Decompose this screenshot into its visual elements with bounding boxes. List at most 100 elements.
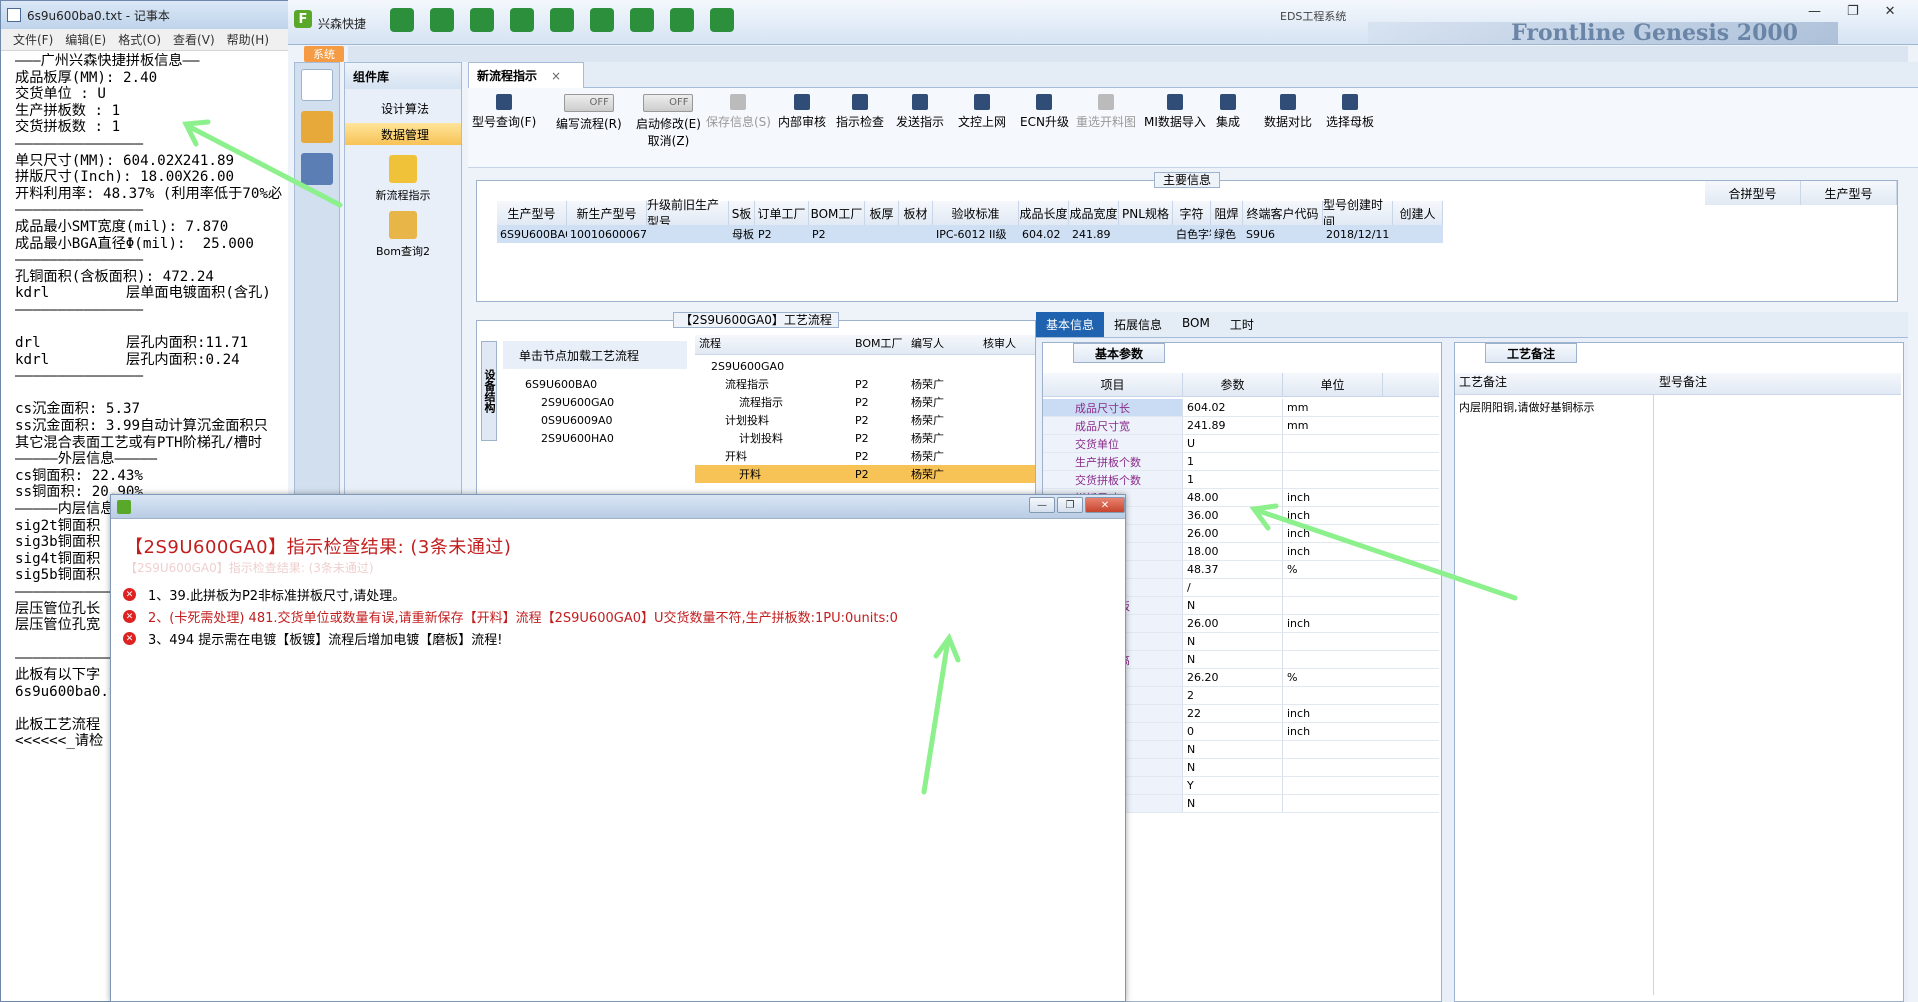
tree-node[interactable]: 6S9U600BA0	[507, 375, 687, 393]
main-info-col-header[interactable]: BOM工厂	[809, 201, 865, 225]
table-row[interactable]: 2S9U600GA0	[695, 357, 1035, 375]
ribbon-ecn-upgrade[interactable]: ECN升级	[1020, 94, 1069, 130]
maximize-button[interactable]: ❐	[1847, 4, 1859, 19]
tool-bom-query[interactable]: Bom查询2	[345, 211, 461, 259]
system-tab[interactable]: 系统	[304, 46, 344, 62]
main-info-cell[interactable]	[865, 225, 899, 243]
main-info-cell[interactable]: 10010600067220	[567, 225, 647, 243]
process-remark-tab[interactable]: 工艺备注	[1485, 343, 1577, 363]
main-info-col-header[interactable]: 升级前旧生产型号	[647, 198, 729, 229]
error-item-1[interactable]: ✕ 1、39.此拼板为P2非标准拼板尺寸,请处理。	[123, 585, 405, 604]
tab-bom[interactable]: BOM	[1172, 312, 1220, 337]
write-flow-toggle[interactable]: OFF	[563, 94, 614, 112]
main-info-cell[interactable]: P2	[755, 225, 809, 243]
menu-edit[interactable]: 编辑(E)	[65, 31, 106, 48]
ribbon-reselect-cut[interactable]: 重选开料图	[1076, 94, 1136, 130]
ribbon-model-query[interactable]: 型号查询(F)	[472, 94, 536, 130]
tab-extended-info[interactable]: 拓展信息	[1104, 312, 1172, 337]
dialog-close-button[interactable]: ✕	[1085, 497, 1125, 513]
menu-icon[interactable]	[301, 69, 333, 101]
dialog-minimize-button[interactable]: —	[1029, 497, 1055, 513]
main-info-cell[interactable]	[647, 225, 729, 243]
ribbon-integrate[interactable]: 集成	[1216, 94, 1240, 130]
grid-icon[interactable]	[470, 8, 494, 32]
table-row[interactable]: 生产拼板个数 1	[1043, 453, 1439, 471]
merge-col-header[interactable]: 合拼型号	[1705, 181, 1801, 205]
main-info-cell[interactable]	[1393, 225, 1443, 243]
main-info-cell[interactable]: 604.02	[1019, 225, 1069, 243]
main-info-cell[interactable]: IPC-6012 II级	[933, 225, 1019, 243]
chart-icon[interactable]	[710, 8, 734, 32]
main-info-cell[interactable]	[1119, 225, 1173, 243]
main-info-col-header[interactable]: PNL规格	[1119, 201, 1173, 225]
error-item-2[interactable]: ✕ 2、(卡死需处理) 481.交货单位或数量有误,请重新保存【开料】流程【2S9…	[123, 607, 898, 626]
table-row[interactable]: 开料 P2 杨荣广	[695, 447, 1035, 465]
menu-help[interactable]: 帮助(H)	[227, 31, 269, 48]
merge-col-header[interactable]: 生产型号	[1801, 181, 1897, 205]
main-info-col-header[interactable]: 板厚	[865, 201, 899, 225]
main-info-col-header[interactable]: 成品宽度	[1069, 201, 1119, 225]
remark-text[interactable]: 内层阴阳铜,请做好基铜标示	[1459, 399, 1649, 415]
main-info-col-header[interactable]: 新生产型号	[567, 201, 647, 225]
copy-icon[interactable]	[590, 8, 614, 32]
dialog-maximize-button[interactable]: ❐	[1057, 497, 1083, 513]
table-row[interactable]: 交货单位 U	[1043, 435, 1439, 453]
table-row[interactable]: 开料 P2 杨荣广	[695, 465, 1035, 483]
film-icon[interactable]	[550, 8, 574, 32]
ribbon-instruction-check[interactable]: 指示检查	[836, 94, 884, 130]
ribbon-save-info[interactable]: 保存信息(S)	[706, 94, 771, 130]
ribbon-cancel-label[interactable]: 取消(Z)	[648, 134, 690, 148]
factory-icon[interactable]	[301, 111, 333, 143]
main-info-col-header[interactable]: 字符	[1173, 201, 1211, 225]
table-row[interactable]: 交货拼板个数 1	[1043, 471, 1439, 489]
flow-side-tab[interactable]: 设备结构	[481, 341, 497, 441]
ribbon-mi-import[interactable]: MI数据导入	[1144, 94, 1206, 130]
table-row[interactable]: 成品尺寸长 604.02 mm	[1043, 399, 1439, 417]
main-info-col-header[interactable]: S板	[729, 201, 755, 225]
main-info-col-header[interactable]: 验收标准	[933, 201, 1019, 225]
table-row[interactable]: 流程指示 P2 杨荣广	[695, 393, 1035, 411]
tab-basic-info[interactable]: 基本信息	[1036, 312, 1105, 337]
main-info-cell[interactable]: 白色字符	[1173, 225, 1211, 243]
tree-node[interactable]: 2S9U600GA0	[507, 393, 687, 411]
main-info-cell[interactable]: P2	[809, 225, 865, 243]
table-row[interactable]: 计划投料 P2 杨荣广	[695, 429, 1035, 447]
tab-new-flow[interactable]: 新流程指示 ×	[468, 62, 584, 88]
ribbon-internal-review[interactable]: 内部审核	[778, 94, 826, 130]
main-info-col-header[interactable]: 板材	[899, 201, 933, 225]
ribbon-start-edit[interactable]: OFF 启动修改(E) 取消(Z)	[636, 94, 701, 149]
main-info-cell[interactable]: 绿色	[1211, 225, 1243, 243]
main-info-cell[interactable]: 241.89	[1069, 225, 1119, 243]
main-info-col-header[interactable]: 创建人	[1393, 201, 1443, 225]
main-info-col-header[interactable]: 阻焊	[1211, 201, 1243, 225]
ribbon-write-flow[interactable]: OFF 编写流程(R)	[556, 94, 622, 132]
tree-node[interactable]: 2S9U600HA0	[507, 429, 687, 447]
tab-work-hours[interactable]: 工时	[1220, 312, 1264, 337]
main-info-col-header[interactable]: 订单工厂	[755, 201, 809, 225]
table-row[interactable]: 流程指示 P2 杨荣广	[695, 375, 1035, 393]
main-info-col-header[interactable]: 型号创建时间	[1323, 198, 1393, 229]
main-info-cell[interactable]: 6S9U600BA0	[497, 225, 567, 243]
tree-node[interactable]: 0S9U6009A0	[507, 411, 687, 429]
menu-format[interactable]: 格式(O)	[118, 31, 161, 48]
table-row[interactable]: 成品尺寸宽 241.89 mm	[1043, 417, 1439, 435]
ribbon-upload[interactable]: 文控上网	[958, 94, 1006, 130]
ribbon-data-compare[interactable]: 数据对比	[1264, 94, 1312, 130]
basic-params-tab[interactable]: 基本参数	[1073, 343, 1165, 363]
table-icon[interactable]	[630, 8, 654, 32]
main-info-cell[interactable]	[899, 225, 933, 243]
main-info-col-header[interactable]: 生产型号	[497, 201, 567, 225]
calculator-icon[interactable]	[301, 153, 333, 185]
globe-icon[interactable]	[430, 8, 454, 32]
scissors-icon[interactable]	[510, 8, 534, 32]
main-info-col-header[interactable]: 成品长度	[1019, 201, 1069, 225]
component-data-management[interactable]: 数据管理	[345, 123, 461, 145]
ribbon-select-mother[interactable]: 选择母板	[1326, 94, 1374, 130]
main-info-cell[interactable]: 2018/12/11	[1323, 225, 1393, 243]
table-row[interactable]: 计划投料 P2 杨荣广	[695, 411, 1035, 429]
main-info-col-header[interactable]: 终端客户代码	[1243, 201, 1323, 225]
close-button[interactable]: ✕	[1885, 4, 1896, 19]
main-info-cell[interactable]: S9U6	[1243, 225, 1323, 243]
tool-new-flow[interactable]: 新流程指示	[345, 155, 461, 203]
menu-view[interactable]: 查看(V)	[173, 31, 215, 48]
